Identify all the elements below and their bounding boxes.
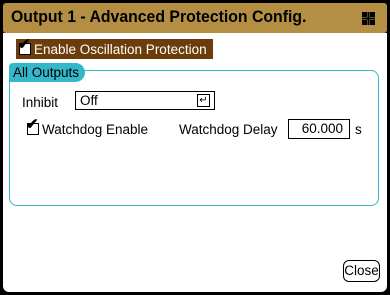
grid-icon (362, 12, 375, 25)
dialog-title: Output 1 - Advanced Protection Config. (11, 7, 307, 26)
close-button[interactable]: Close (343, 260, 380, 282)
watchdog-enable-checkbox[interactable]: ✔ (26, 117, 39, 135)
watchdog-enable-option[interactable]: ✔ Watchdog Enable (26, 117, 149, 139)
inhibit-label: Inhibit (22, 95, 59, 110)
oscillation-protection-label: Enable Oscillation Protection (34, 41, 207, 57)
check-mark-icon: ✔ (26, 116, 39, 133)
watchdog-delay-unit: s (355, 122, 362, 137)
oscillation-protection-checkbox[interactable]: ✔ (18, 37, 31, 55)
check-mark-icon: ✔ (18, 36, 31, 53)
inhibit-select[interactable]: Off ↵ (75, 91, 215, 110)
watchdog-delay-input[interactable]: 60.000 (288, 119, 350, 139)
watchdog-enable-label: Watchdog Enable (42, 121, 149, 137)
enter-icon[interactable]: ↵ (197, 94, 210, 107)
title-bar: Output 1 - Advanced Protection Config. (3, 3, 387, 33)
watchdog-delay-label: Watchdog Delay (179, 122, 278, 137)
dialog-screen: Output 1 - Advanced Protection Config. ✔… (0, 0, 390, 295)
oscillation-protection-option[interactable]: ✔ Enable Oscillation Protection (16, 37, 213, 59)
all-outputs-group-label: All Outputs (9, 63, 86, 82)
dialog-panel: ✔ Enable Oscillation Protection All Outp… (3, 33, 387, 292)
inhibit-value: Off (80, 93, 98, 108)
